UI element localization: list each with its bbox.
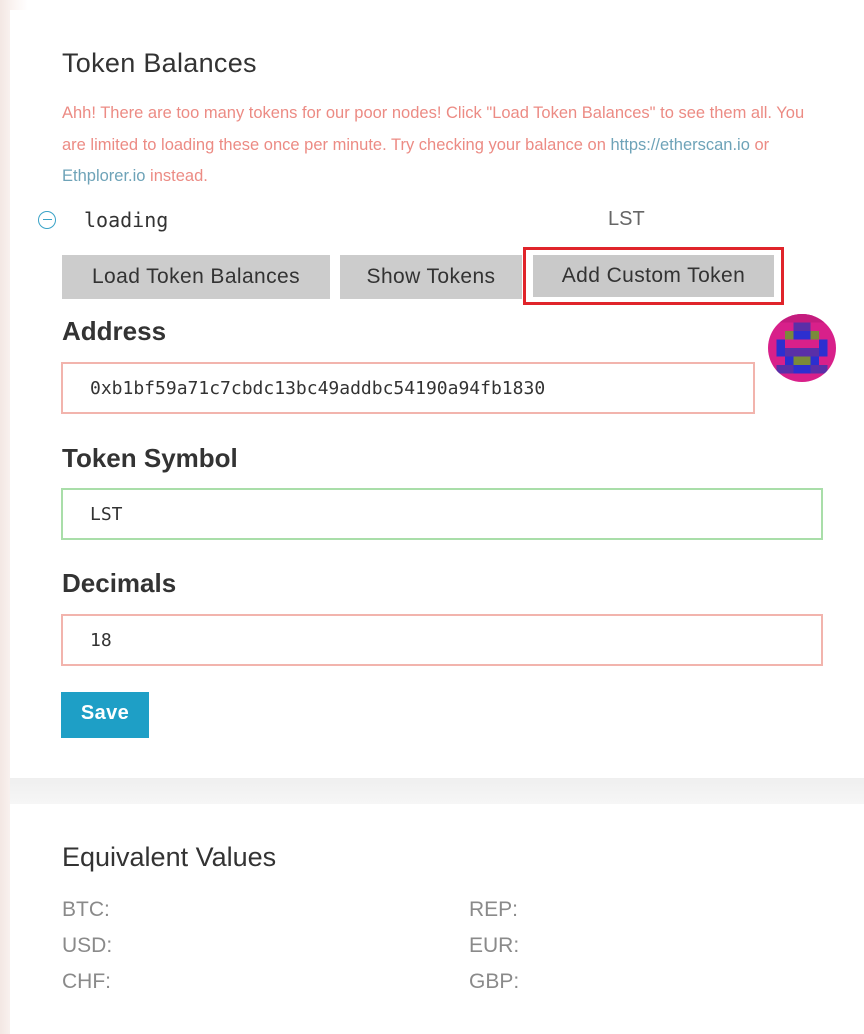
panel-divider — [10, 778, 864, 804]
save-button[interactable]: Save — [61, 692, 149, 738]
chf-label: CHF: — [62, 970, 111, 993]
add-custom-token-button[interactable]: Add Custom Token — [533, 255, 774, 297]
equivalent-values-title: Equivalent Values — [62, 842, 277, 872]
btc-label: BTC: — [62, 898, 110, 921]
address-input[interactable] — [61, 362, 755, 414]
eur-label: EUR: — [469, 934, 520, 957]
decimals-input[interactable] — [61, 614, 823, 666]
warning-text-end: instead. — [145, 167, 208, 185]
decimals-label: Decimals — [62, 568, 177, 598]
ethplorer-link[interactable]: Ethplorer.io — [62, 167, 145, 185]
etherscan-link[interactable]: https://etherscan.io — [610, 136, 749, 154]
token-name: loading — [84, 208, 169, 232]
token-symbol: LST — [608, 208, 645, 230]
token-balances-panel: Token Balances Ahh! There are too many t… — [10, 10, 864, 778]
too-many-tokens-warning: Ahh! There are too many tokens for our p… — [62, 98, 832, 193]
load-token-balances-button[interactable]: Load Token Balances — [62, 255, 330, 299]
rep-label: REP: — [469, 898, 519, 921]
show-tokens-button[interactable]: Show Tokens — [340, 255, 522, 299]
highlight-box: Add Custom Token — [523, 247, 784, 305]
usd-label: USD: — [62, 934, 113, 957]
token-row: loading LST — [38, 208, 838, 236]
address-label: Address — [62, 316, 167, 346]
address-identicon — [768, 314, 836, 382]
gbp-label: GBP: — [469, 970, 520, 993]
section-title: Token Balances — [62, 48, 257, 78]
minus-circle-icon[interactable] — [38, 211, 56, 229]
token-symbol-label: Token Symbol — [62, 443, 238, 473]
warning-text-mid: or — [749, 135, 770, 154]
equivalent-values-panel: Equivalent Values BTC: USD: CHF: REP: EU… — [10, 804, 864, 1034]
token-symbol-input[interactable] — [61, 488, 823, 540]
